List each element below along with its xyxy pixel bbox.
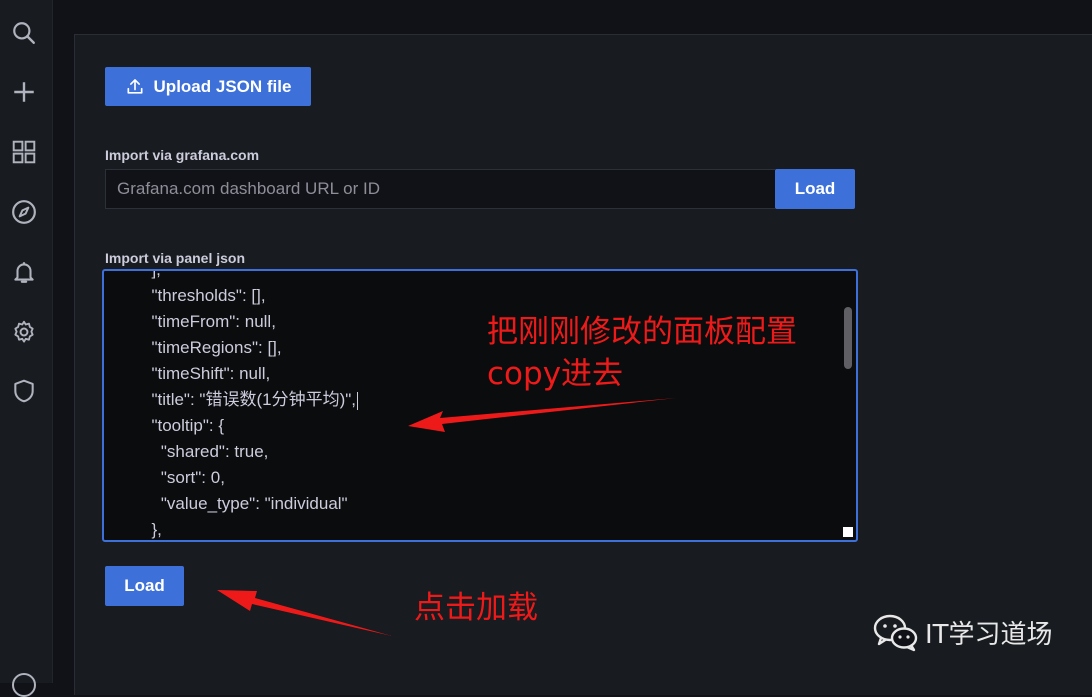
grafana-import-label: Import via grafana.com: [105, 147, 260, 163]
dashboards-grid-icon[interactable]: [10, 138, 38, 166]
text-caret: [357, 391, 358, 410]
json-line: "shared": true,: [142, 442, 269, 461]
json-line: "thresholds": [],: [142, 286, 266, 305]
load-url-button[interactable]: Load: [775, 169, 855, 209]
grafana-url-input[interactable]: [105, 169, 775, 209]
json-line-text: "title": "错误数(1分钟平均)",: [142, 390, 356, 409]
json-line: "timeShift": null,: [142, 364, 271, 383]
upload-json-button[interactable]: Upload JSON file: [105, 67, 311, 106]
user-avatar[interactable]: [12, 673, 36, 697]
load-json-button[interactable]: Load: [105, 566, 184, 606]
paste-annotation-line2: copy进去: [487, 356, 624, 392]
json-lines: ], "thresholds": [], "timeFrom": null, "…: [142, 269, 358, 540]
upload-json-label: Upload JSON file: [153, 76, 292, 96]
compass-icon[interactable]: [10, 198, 38, 226]
panel-json-textarea[interactable]: ], "thresholds": [], "timeFrom": null, "…: [102, 269, 858, 542]
json-line: "timeRegions": [],: [142, 338, 282, 357]
watermark-text: IT学习道场: [925, 619, 1053, 650]
load-annotation: 点击加载: [414, 590, 538, 626]
watermark: IT学习道场: [873, 612, 1053, 652]
bell-icon[interactable]: [10, 258, 38, 286]
gear-icon[interactable]: [10, 318, 38, 346]
paste-annotation-line1: 把刚刚修改的面板配置: [487, 314, 797, 350]
wechat-icon: [873, 614, 918, 652]
plus-icon[interactable]: [10, 78, 38, 106]
textarea-resize-handle[interactable]: [843, 527, 853, 537]
json-line: ],: [142, 269, 161, 279]
json-line: "tooltip": {: [142, 416, 225, 435]
json-line-with-caret: "title": "错误数(1分钟平均)",: [142, 387, 358, 413]
panel-json-label: Import via panel json: [105, 250, 246, 266]
shield-icon[interactable]: [10, 377, 38, 405]
json-line: "value_type": "individual": [142, 494, 348, 513]
json-line: "sort": 0,: [142, 468, 225, 487]
textarea-scrollbar[interactable]: [844, 307, 852, 369]
search-icon[interactable]: [10, 19, 38, 47]
json-line: },: [142, 520, 162, 539]
sidebar: [0, 0, 53, 697]
json-line: "timeFrom": null,: [142, 312, 276, 331]
upload-icon: [127, 78, 143, 94]
